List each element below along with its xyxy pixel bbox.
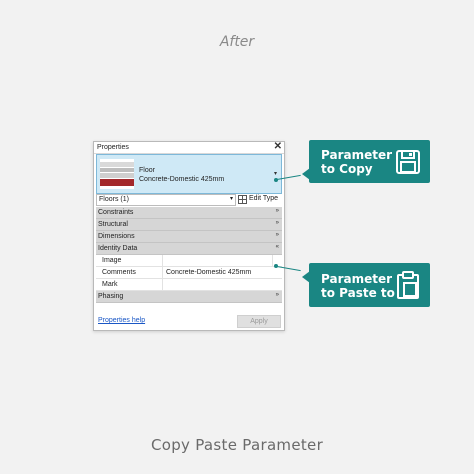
properties-palette: Properties ✕ Floor Concrete-Domestic 425… xyxy=(93,141,285,331)
param-value-mark[interactable] xyxy=(164,279,272,290)
param-name: Mark xyxy=(102,281,118,288)
save-icon xyxy=(396,150,420,174)
collapse-chevron-icon: « xyxy=(275,244,279,250)
category-constraints[interactable]: Constraints » xyxy=(96,207,282,219)
param-value-image[interactable] xyxy=(164,255,272,266)
chevron-down-icon: ▾ xyxy=(229,196,233,202)
param-name: Image xyxy=(102,257,122,264)
param-row-image: Image xyxy=(96,255,282,267)
callout-parameter-to-copy: Parameter to Copy xyxy=(309,140,430,183)
callout-paste-line2: to Paste to xyxy=(321,286,395,300)
properties-help-link[interactable]: Properties help xyxy=(98,317,145,324)
category-phasing[interactable]: Phasing » xyxy=(96,291,282,303)
category-identity-data[interactable]: Identity Data « xyxy=(96,243,282,255)
edit-type-button[interactable]: Edit Type xyxy=(238,194,282,205)
expand-chevron-icon: » xyxy=(275,208,279,214)
category-structural[interactable]: Structural » xyxy=(96,219,282,231)
callout-copy-line1: Parameter xyxy=(321,148,393,162)
after-label: After xyxy=(219,34,255,50)
caption: Copy Paste Parameter xyxy=(150,436,324,454)
param-row-mark: Mark xyxy=(96,279,282,291)
palette-title-bar: Properties ✕ xyxy=(94,141,284,154)
clipboard-icon xyxy=(397,271,419,299)
edit-type-icon xyxy=(238,195,247,204)
palette-title: Properties xyxy=(97,144,129,151)
type-name-label: Concrete-Domestic 425mm xyxy=(139,176,225,183)
floor-material-swatch-icon xyxy=(100,159,134,189)
expand-chevron-icon: » xyxy=(275,232,279,238)
type-family-label: Floor xyxy=(139,167,155,174)
instance-filter-value: Floors (1) xyxy=(99,196,129,203)
properties-grid: Constraints » Structural » Dimensions » … xyxy=(96,207,282,303)
callout-paste-line1: Parameter xyxy=(321,272,393,286)
callout-parameter-to-paste-to: Parameter to Paste to xyxy=(309,263,430,307)
chevron-down-icon[interactable]: ▾ xyxy=(274,170,277,177)
callout-copy-line2: to Copy xyxy=(321,162,373,176)
param-value-comments[interactable]: Concrete-Domestic 425mm xyxy=(164,267,272,278)
instance-filter-dropdown[interactable]: Floors (1) ▾ xyxy=(96,194,236,206)
apply-button[interactable]: Apply xyxy=(237,315,281,328)
expand-chevron-icon: » xyxy=(275,220,279,226)
close-icon[interactable]: ✕ xyxy=(274,141,282,152)
category-dimensions[interactable]: Dimensions » xyxy=(96,231,282,243)
edit-type-label: Edit Type xyxy=(249,195,279,202)
expand-chevron-icon: » xyxy=(275,292,279,298)
type-selector[interactable]: Floor Concrete-Domestic 425mm ▾ xyxy=(96,154,282,194)
param-name: Comments xyxy=(102,269,136,276)
instance-row: Floors (1) ▾ Edit Type xyxy=(96,194,282,206)
param-row-comments: Comments Concrete-Domestic 425mm xyxy=(96,267,282,279)
